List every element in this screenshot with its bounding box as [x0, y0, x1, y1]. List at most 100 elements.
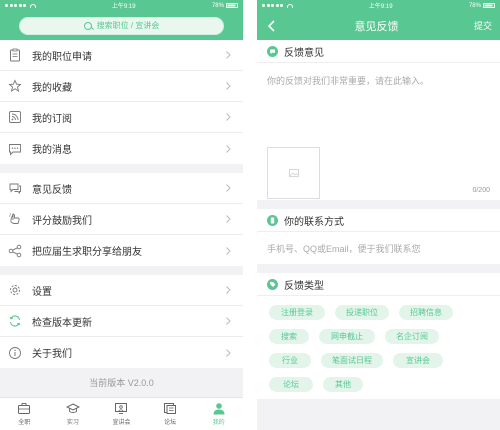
tag-option[interactable]: 论坛 — [269, 377, 313, 392]
feedback-screen: 上午9:19 78% 意见反馈 提交 反馈意见 你的反馈对我们非常重要，请在此输… — [257, 0, 500, 430]
left-top-bar: 上午9:19 78% 搜索职位 / 宣讲会 — [0, 0, 243, 40]
info-icon — [8, 346, 22, 360]
menu-item-label: 我的收藏 — [32, 82, 72, 94]
graduation-cap-icon — [65, 403, 80, 413]
tab-forum[interactable]: 论坛 — [146, 398, 195, 430]
tab-mine[interactable]: 我的 — [194, 398, 243, 430]
menu-item-applications[interactable]: 我的职位申请 — [0, 40, 243, 71]
menu-item-label: 把应届生求职分享给朋友 — [32, 247, 142, 258]
signal-icon — [262, 3, 293, 8]
tag-option[interactable]: 招聘信息 — [399, 305, 453, 320]
feedback-placeholder: 你的反馈对我们非常重要，请在此输入。 — [267, 76, 430, 86]
feedback-section: 反馈意见 你的反馈对我们非常重要，请在此输入。 0/200 — [257, 40, 500, 200]
tag-option[interactable]: 名企订阅 — [385, 329, 439, 344]
chevron-right-icon — [226, 184, 231, 192]
menu-item-feedback[interactable]: 意见反馈 — [0, 173, 243, 204]
right-top-bar: 上午9:19 78% 意见反馈 提交 — [257, 0, 500, 40]
tab-internship[interactable]: 实习 — [49, 398, 98, 430]
menu-item-about[interactable]: 关于我们 — [0, 337, 243, 368]
tab-label: 实习 — [66, 420, 79, 426]
add-image-button[interactable] — [267, 147, 320, 199]
status-time: 上午9:19 — [368, 4, 393, 10]
tab-fulltime[interactable]: 全职 — [0, 398, 49, 430]
status-bar: 上午9:19 78% — [0, 0, 243, 11]
menu-item-share[interactable]: 把应届生求职分享给朋友 — [0, 235, 243, 266]
menu-item-messages[interactable]: 我的消息 — [0, 133, 243, 164]
tag-icon — [267, 278, 278, 290]
contact-placeholder: 手机号、QQ或Email，便于我们联系您 — [267, 243, 421, 254]
chevron-right-icon — [226, 246, 231, 255]
menu-item-check-update[interactable]: 检查版本更新 — [0, 306, 243, 337]
chevron-right-icon — [226, 144, 231, 153]
refresh-icon — [8, 314, 22, 328]
menu-item-subscriptions[interactable]: 我的订阅 — [0, 102, 243, 133]
message-icon — [8, 142, 22, 156]
feedback-section-title: 反馈意见 — [284, 47, 324, 59]
menu-item-label: 我的订阅 — [32, 113, 72, 125]
chevron-right-icon — [226, 317, 231, 325]
battery-icon — [482, 3, 495, 8]
menu-item-label: 我的职位申请 — [32, 51, 92, 63]
submit-button[interactable]: 提交 — [474, 19, 492, 32]
app-version: 当前版本 V2.0.0 — [89, 378, 154, 388]
contact-input[interactable]: 手机号、QQ或Email，便于我们联系您 — [257, 232, 500, 264]
menu-item-favorites[interactable]: 我的收藏 — [0, 71, 243, 102]
menu-group-personal: 我的职位申请 我的收藏 我的订阅 我的消息 — [0, 40, 243, 164]
feedback-icon — [267, 45, 278, 57]
phone-icon — [267, 214, 278, 226]
tag-option[interactable]: 搜索 — [269, 329, 309, 344]
star-icon — [8, 79, 22, 93]
user-icon — [213, 403, 225, 415]
menu-item-settings[interactable]: 设置 — [0, 275, 243, 306]
feedback-type-tags: 注册登录 投递职位 招聘信息 搜索 网申截止 名企订阅 行业 笔面试日程 宣讲会… — [257, 296, 500, 399]
tag-option[interactable]: 宣讲会 — [393, 353, 443, 368]
menu-item-label: 评分鼓励我们 — [32, 215, 92, 227]
presentation-icon — [115, 403, 128, 414]
menu-item-label: 设置 — [32, 286, 52, 298]
menu-group-feedback: 意见反馈 评分鼓励我们 把应届生求职分享给朋友 — [0, 173, 243, 266]
type-section: 反馈类型 注册登录 投递职位 招聘信息 搜索 网申截止 名企订阅 行业 笔面试日… — [257, 273, 500, 399]
menu-group-app: 设置 检查版本更新 关于我们 — [0, 275, 243, 368]
clipboard-icon — [8, 48, 22, 62]
char-counter: 0/200 — [472, 187, 490, 194]
contact-section-title: 你的联系方式 — [284, 216, 344, 228]
tag-option[interactable]: 其他 — [323, 377, 363, 392]
menu-item-rate-us[interactable]: 评分鼓励我们 — [0, 204, 243, 235]
feedback-section-header: 反馈意见 — [257, 40, 500, 63]
feedback-textarea[interactable]: 你的反馈对我们非常重要，请在此输入。 0/200 — [257, 63, 500, 200]
divider — [0, 266, 243, 275]
divider — [0, 164, 243, 173]
battery-percent: 78% — [468, 2, 481, 9]
forum-icon — [164, 403, 177, 414]
menu-item-label: 我的消息 — [32, 145, 72, 156]
tab-label: 宣讲会 — [112, 420, 131, 426]
back-arrow-icon[interactable] — [265, 19, 279, 33]
gear-icon — [8, 283, 22, 297]
chevron-right-icon — [226, 286, 231, 294]
image-icon — [288, 169, 299, 177]
chevron-right-icon — [226, 113, 231, 121]
status-time: 上午9:19 — [111, 4, 136, 10]
tag-option[interactable]: 行业 — [269, 353, 311, 368]
menu-item-label: 检查版本更新 — [32, 317, 92, 329]
tab-seminar[interactable]: 宣讲会 — [97, 398, 146, 430]
battery-percent: 78% — [211, 2, 224, 9]
share-icon — [8, 244, 22, 258]
bottom-tab-bar: 全职 实习 宣讲会 论坛 我的 — [0, 397, 243, 430]
tag-option[interactable]: 注册登录 — [269, 305, 325, 320]
chevron-right-icon — [226, 348, 231, 357]
search-header: 搜索职位 / 宣讲会 — [0, 11, 243, 40]
search-icon — [83, 21, 92, 30]
briefcase-icon — [18, 403, 31, 414]
tag-option[interactable]: 投递职位 — [335, 305, 389, 320]
divider — [257, 200, 500, 209]
tag-option[interactable]: 笔面试日程 — [321, 353, 383, 368]
contact-section: 你的联系方式 手机号、QQ或Email，便于我们联系您 — [257, 209, 500, 264]
menu-item-label: 意见反馈 — [32, 184, 72, 196]
search-placeholder: 搜索职位 / 宣讲会 — [96, 21, 160, 30]
nav-bar: 意见反馈 提交 — [257, 11, 500, 40]
search-input[interactable]: 搜索职位 / 宣讲会 — [19, 16, 224, 35]
chevron-right-icon — [226, 215, 231, 223]
tab-label: 论坛 — [164, 420, 177, 426]
tag-option[interactable]: 网申截止 — [319, 329, 375, 344]
